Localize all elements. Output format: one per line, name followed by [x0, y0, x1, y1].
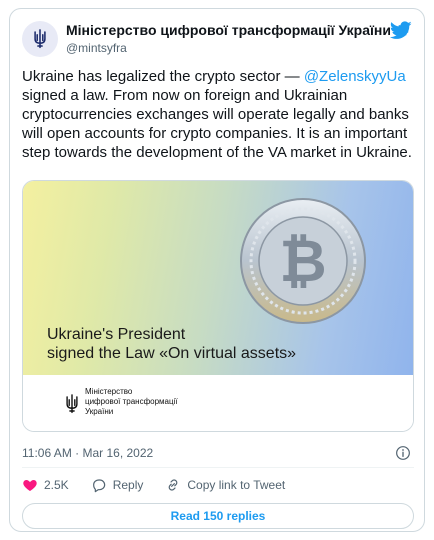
tweet-card: Міністерство цифрової трансформації Укра… — [9, 8, 425, 532]
bitcoin-coin-icon: ₿ — [240, 198, 366, 324]
like-count: 2.5K — [44, 478, 69, 492]
reply-button[interactable]: Reply — [91, 477, 144, 493]
footer-org-name: Міністерство цифрової трансформації Укра… — [85, 387, 178, 416]
copy-link-button[interactable]: Copy link to Tweet — [165, 477, 285, 493]
copy-link-label: Copy link to Tweet — [187, 478, 286, 492]
twitter-bird-icon[interactable] — [390, 21, 412, 40]
mention-link[interactable]: @ZelenskyyUa — [304, 68, 406, 85]
tweet-text: Ukraine has legalized the crypto sector … — [22, 68, 412, 161]
avatar[interactable] — [22, 21, 58, 57]
info-icon[interactable] — [395, 445, 411, 461]
media-headline: Ukraine's President signed the Law «On v… — [47, 326, 297, 362]
reply-label: Reply — [112, 478, 144, 492]
trident-icon — [66, 394, 78, 414]
svg-text:₿: ₿ — [279, 227, 326, 295]
divider — [22, 467, 414, 468]
like-button[interactable]: 2.5K — [22, 477, 69, 493]
link-icon — [169, 479, 178, 491]
media-card[interactable]: ₿ Ukraine's President signed the Law «On… — [22, 180, 414, 432]
timestamp[interactable]: 11:06 AM · Mar 16, 2022 — [22, 446, 153, 460]
trident-icon — [34, 29, 46, 49]
action-bar: 2.5K Reply Copy link to Tweet — [22, 475, 307, 495]
media-footer: Міністерство цифрової трансформації Укра… — [23, 375, 413, 431]
read-replies-button[interactable]: Read 150 replies — [22, 503, 414, 529]
display-name[interactable]: Міністерство цифрової трансформації Укра… — [66, 22, 391, 38]
handle[interactable]: @mintsyfra — [66, 41, 127, 55]
heart-icon — [23, 480, 37, 491]
reply-icon — [92, 479, 105, 493]
media-image: ₿ Ukraine's President signed the Law «On… — [23, 181, 413, 375]
